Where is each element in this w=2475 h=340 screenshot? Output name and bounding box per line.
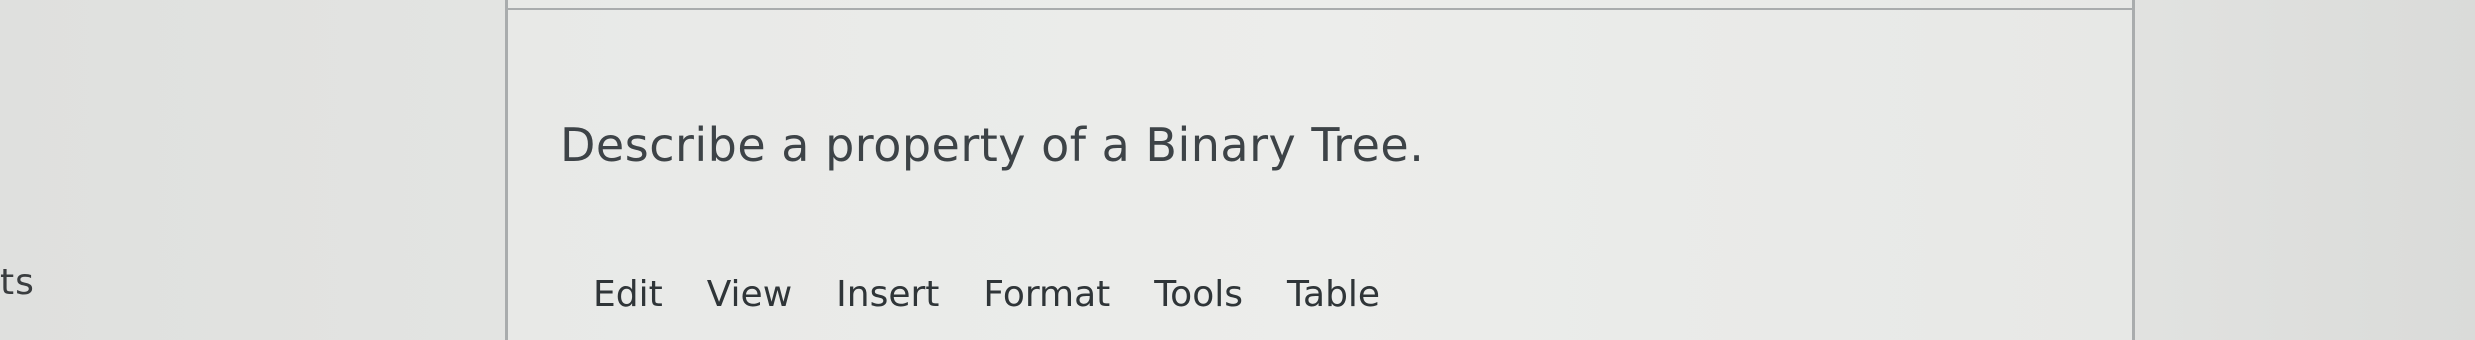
panel-divider xyxy=(508,8,2132,10)
sidebar-partial-label[interactable]: ts xyxy=(0,262,35,303)
question-prompt: Describe a property of a Binary Tree. xyxy=(560,118,1425,172)
screen: ts Describe a property of a Binary Tree.… xyxy=(0,0,2475,340)
menu-table[interactable]: Table xyxy=(1287,274,1380,315)
menu-edit[interactable]: Edit xyxy=(593,274,663,315)
question-panel: Describe a property of a Binary Tree. Ed… xyxy=(505,0,2135,340)
menu-tools[interactable]: Tools xyxy=(1154,274,1243,315)
editor-menu-bar: Edit View Insert Format Tools Table xyxy=(593,274,1380,315)
menu-insert[interactable]: Insert xyxy=(836,274,939,315)
menu-view[interactable]: View xyxy=(707,274,792,315)
menu-format[interactable]: Format xyxy=(983,274,1110,315)
